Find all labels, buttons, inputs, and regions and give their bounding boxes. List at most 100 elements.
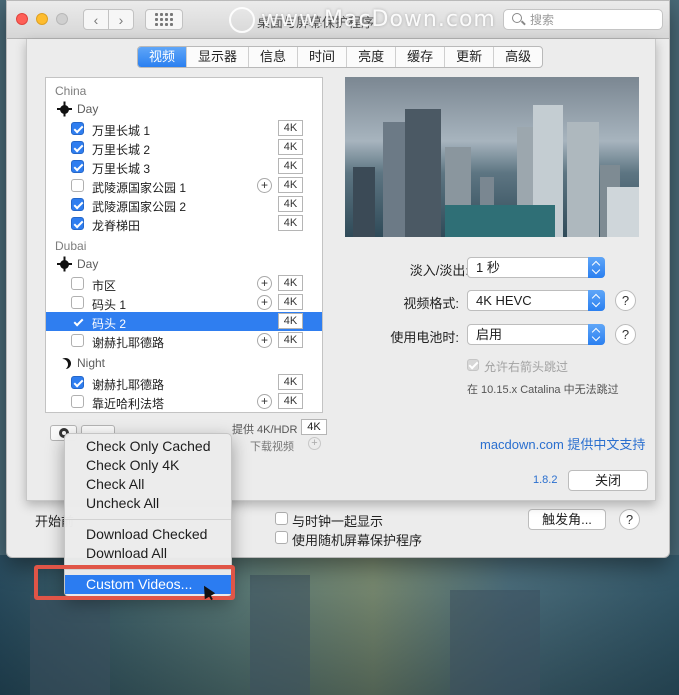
preview-building [353, 167, 375, 237]
tab-item[interactable]: 缓存 [396, 47, 446, 67]
video-label: 码头 2 [92, 317, 127, 331]
menu-item[interactable]: Check Only 4K [65, 456, 231, 475]
quality-badge: 4K [278, 393, 303, 409]
clock-checkbox[interactable] [275, 512, 288, 525]
tab-item[interactable]: 更新 [445, 47, 495, 67]
search-input[interactable] [530, 12, 655, 28]
arrow-skip-checkbox[interactable] [467, 359, 479, 371]
tab-bar: 视频 显示器 信息 时间 亮度 缓存 更新 高级 [137, 46, 544, 68]
video-label: 码头 1 [92, 298, 127, 312]
time-of-day-label: Night [77, 356, 106, 370]
menu-item[interactable]: Download Checked [65, 525, 231, 544]
list-item[interactable]: 万里长城 2 4K [46, 138, 322, 157]
format-value: 4K HEVC [476, 293, 532, 308]
help-button[interactable]: ? [619, 509, 640, 530]
video-checkbox[interactable] [71, 141, 84, 154]
search-field[interactable] [503, 9, 663, 30]
menu-item[interactable]: Check Only Cached [65, 437, 231, 456]
quality-badge: 4K [278, 215, 303, 231]
show-all-button[interactable] [145, 9, 183, 30]
watermark-logo [229, 7, 255, 33]
list-item[interactable]: 市区 +4K [46, 274, 322, 293]
battery-select[interactable]: 启用 [467, 324, 605, 345]
provide-4k-badge[interactable]: 4K [301, 419, 327, 435]
list-item[interactable]: 万里长城 1 4K [46, 119, 322, 138]
video-checkbox[interactable] [71, 296, 84, 309]
clock-label: 与时钟一起显示 [292, 514, 384, 529]
download-plus-icon[interactable]: + [257, 276, 272, 291]
search-icon [512, 13, 522, 23]
list-item[interactable]: 武陵源国家公园 2 4K [46, 195, 322, 214]
video-checkbox[interactable] [71, 179, 84, 192]
video-checkbox[interactable] [71, 334, 84, 347]
zoom-window-button[interactable] [56, 13, 68, 25]
download-plus-icon[interactable]: + [257, 394, 272, 409]
video-checkbox[interactable] [71, 315, 84, 328]
sun-icon [57, 259, 72, 269]
wallpaper-building [450, 590, 540, 695]
video-label: 武陵源国家公园 1 [92, 181, 187, 195]
menu-separator [65, 519, 231, 520]
support-link[interactable]: macdown.com 提供中文支持 [480, 434, 645, 453]
video-checkbox[interactable] [71, 277, 84, 290]
menu-item[interactable]: Download All [65, 544, 231, 563]
list-item[interactable]: 万里长城 3 4K [46, 157, 322, 176]
quality-badge: 4K [278, 294, 303, 310]
version-link[interactable]: 1.8.2 [533, 474, 557, 486]
preview-building [567, 122, 599, 237]
hot-corners-button[interactable]: 触发角... [528, 509, 606, 530]
list-item[interactable]: 码头 1 +4K [46, 293, 322, 312]
close-button[interactable]: 关闭 [568, 470, 648, 491]
format-help-button[interactable]: ? [615, 290, 636, 311]
video-checkbox[interactable] [71, 160, 84, 173]
aerial-settings-sheet: 视频 显示器 信息 时间 亮度 缓存 更新 高级 China Day 万里长城 1 4K 万里长城 2… [26, 39, 656, 501]
wallpaper-building [250, 575, 310, 695]
menu-item[interactable]: Check All [65, 475, 231, 494]
download-plus-icon[interactable]: + [257, 333, 272, 348]
random-checkbox[interactable] [275, 531, 288, 544]
video-checkbox[interactable] [71, 376, 84, 389]
battery-value: 启用 [476, 327, 503, 342]
video-checkbox[interactable] [71, 217, 84, 230]
fade-label: 淡入/淡出: [409, 263, 469, 278]
time-of-day-label: Day [77, 102, 99, 116]
list-item[interactable]: 谢赫扎耶德路 +4K [46, 331, 322, 350]
list-item[interactable]: 靠近哈利法塔 +4K [46, 392, 322, 411]
close-window-button[interactable] [16, 13, 28, 25]
forward-button[interactable]: › [108, 9, 134, 30]
quality-badge: 4K [278, 275, 303, 291]
download-plus-icon[interactable]: + [308, 437, 321, 450]
tab-item[interactable]: 显示器 [187, 47, 250, 67]
list-item[interactable]: 龙脊梯田 4K [46, 214, 322, 233]
wallpaper-building [30, 595, 110, 695]
minimize-window-button[interactable] [36, 13, 48, 25]
format-select[interactable]: 4K HEVC [467, 290, 605, 311]
fade-select[interactable]: 1 秒 [467, 257, 605, 278]
format-label: 视频格式: [403, 296, 459, 311]
battery-help-button[interactable]: ? [615, 324, 636, 345]
menu-item[interactable]: Uncheck All [65, 494, 231, 513]
list-item[interactable]: 码头 2 4K [46, 312, 322, 331]
video-checkbox[interactable] [71, 122, 84, 135]
chevron-left-icon: ‹ [93, 11, 99, 28]
tab-item[interactable]: 信息 [249, 47, 299, 67]
tab-item[interactable]: 时间 [298, 47, 348, 67]
preview-water [445, 205, 555, 237]
download-plus-icon[interactable]: + [257, 295, 272, 310]
list-item[interactable]: 谢赫扎耶德路 4K [46, 373, 322, 392]
title-bar: ‹ › 桌面与屏幕保护程序 www.MacDown.com [7, 1, 669, 39]
time-of-day-header: Day [57, 257, 99, 271]
time-of-day-label: Day [77, 257, 99, 271]
tab-item[interactable]: 视频 [138, 47, 188, 67]
time-of-day-header: Day [57, 102, 99, 116]
list-item[interactable]: 武陵源国家公园 1 +4K [46, 176, 322, 195]
video-checkbox[interactable] [71, 198, 84, 211]
back-button[interactable]: ‹ [83, 9, 109, 30]
watermark: www.MacDown.com [261, 7, 496, 32]
quality-badge: 4K [278, 177, 303, 193]
group-title: China [55, 84, 87, 98]
download-plus-icon[interactable]: + [257, 178, 272, 193]
tab-item[interactable]: 亮度 [347, 47, 397, 67]
video-checkbox[interactable] [71, 395, 84, 408]
tab-item[interactable]: 高级 [494, 47, 542, 67]
